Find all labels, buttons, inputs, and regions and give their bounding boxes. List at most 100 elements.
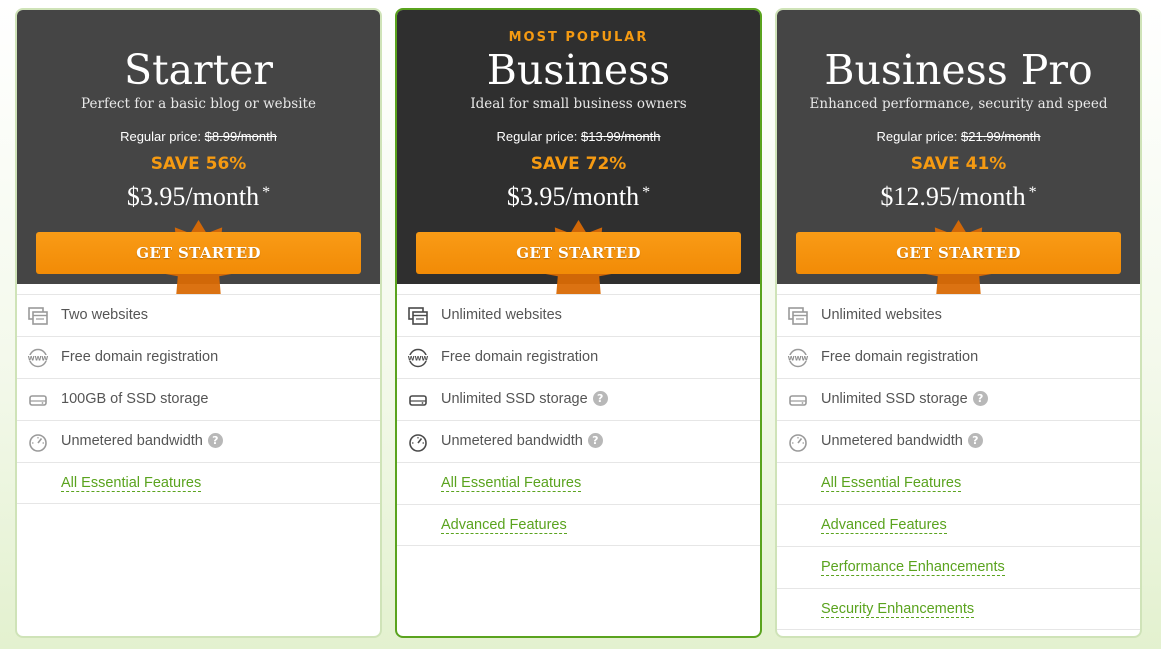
www-icon: WWW <box>406 348 430 368</box>
help-icon[interactable]: ? <box>587 433 603 448</box>
feature-row: Advanced Features <box>777 504 1140 546</box>
ssd-drive-icon <box>26 390 50 410</box>
price-asterisk: * <box>1028 184 1037 201</box>
feature-row: Two websites <box>17 294 380 336</box>
feature-text: Free domain registration <box>821 349 979 365</box>
feature-label: Unmetered bandwidth <box>821 433 963 449</box>
advanced-features-link[interactable]: Advanced Features <box>441 517 567 534</box>
feature-label: Unmetered bandwidth <box>61 433 203 449</box>
save-percent: SAVE 72% <box>530 154 627 174</box>
all-essential-features-link[interactable]: All Essential Features <box>441 475 582 492</box>
regular-price-label: Regular price: <box>876 129 958 144</box>
get-started-label: GET STARTED <box>136 244 261 262</box>
get-started-button[interactable]: GET STARTED <box>36 232 361 274</box>
security-enhancements-link[interactable]: Security Enhancements <box>821 601 975 618</box>
most-popular-badge: MOST POPULAR <box>508 30 649 45</box>
feature-label: Unlimited SSD storage <box>441 391 588 407</box>
advanced-features-link[interactable]: Advanced Features <box>821 517 947 534</box>
plan-price: $3.95/month * <box>397 182 760 212</box>
feature-text: Unmetered bandwidth? <box>61 433 223 449</box>
feature-text: Free domain registration <box>441 349 599 365</box>
feature-text: 100GB of SSD storage <box>61 391 209 407</box>
feature-label: Unlimited SSD storage <box>821 391 968 407</box>
websites-icon <box>26 306 50 326</box>
help-icon[interactable]: ? <box>967 433 983 448</box>
speedometer-icon <box>406 432 430 452</box>
cta-wrap: GET STARTED <box>36 220 361 294</box>
performance-enhancements-link[interactable]: Performance Enhancements <box>821 559 1005 576</box>
feature-label: Unmetered bandwidth <box>441 433 583 449</box>
svg-text:WWW: WWW <box>28 356 49 363</box>
plan-description: Perfect for a basic blog or website <box>81 96 316 112</box>
ssd-drive-icon <box>786 390 810 410</box>
feature-list: Two websites WWW Free domain registratio… <box>17 294 380 504</box>
all-essential-features-link[interactable]: All Essential Features <box>821 475 962 492</box>
feature-text: Unlimited SSD storage? <box>821 391 988 407</box>
plan-price: $3.95/month * <box>17 182 380 212</box>
regular-price-value: $8.99/month <box>204 129 277 144</box>
feature-list: Unlimited websites WWW Free domain regis… <box>777 294 1140 630</box>
plan-card-business: MOST POPULAR Business Ideal for small bu… <box>395 8 762 638</box>
feature-row: Unlimited SSD storage? <box>777 378 1140 420</box>
feature-text: Unmetered bandwidth? <box>821 433 983 449</box>
regular-price-label: Regular price: <box>496 129 578 144</box>
get-started-button[interactable]: GET STARTED <box>416 232 741 274</box>
feature-row: All Essential Features <box>397 462 760 504</box>
www-icon: WWW <box>26 348 50 368</box>
websites-icon <box>786 306 810 326</box>
cta-wrap: GET STARTED <box>796 220 1121 294</box>
feature-text: Unmetered bandwidth? <box>441 433 603 449</box>
help-icon[interactable]: ? <box>592 391 608 406</box>
plan-name: Business <box>486 46 671 94</box>
ssd-drive-icon <box>406 390 430 410</box>
plan-description: Enhanced performance, security and speed <box>809 96 1108 112</box>
get-started-label: GET STARTED <box>516 244 641 262</box>
feature-row: Unmetered bandwidth? <box>17 420 380 462</box>
feature-text: Unlimited SSD storage? <box>441 391 608 407</box>
svg-text:WWW: WWW <box>408 356 429 363</box>
www-icon: WWW <box>786 348 810 368</box>
plan-price-value: $12.95/month <box>880 182 1026 211</box>
regular-price-label: Regular price: <box>120 129 202 144</box>
plan-name: Business Pro <box>824 46 1093 94</box>
get-started-button[interactable]: GET STARTED <box>796 232 1121 274</box>
cta-wrap: GET STARTED <box>416 220 741 294</box>
plan-card-business-pro: Business Pro Enhanced performance, secur… <box>775 8 1142 638</box>
feature-row: Unmetered bandwidth? <box>777 420 1140 462</box>
feature-text: Two websites <box>61 307 149 323</box>
price-asterisk: * <box>262 184 271 201</box>
plan-price-value: $3.95/month <box>506 182 640 211</box>
save-percent: SAVE 41% <box>910 154 1007 174</box>
regular-price-value: $21.99/month <box>961 129 1041 144</box>
all-essential-features-link[interactable]: All Essential Features <box>61 475 202 492</box>
feature-row: Unlimited websites <box>777 294 1140 336</box>
plan-price-value: $3.95/month <box>126 182 260 211</box>
help-icon[interactable]: ? <box>972 391 988 406</box>
price-asterisk: * <box>642 184 651 201</box>
feature-row: Unmetered bandwidth? <box>397 420 760 462</box>
feature-row: WWW Free domain registration <box>397 336 760 378</box>
help-icon[interactable]: ? <box>207 433 223 448</box>
regular-price-value: $13.99/month <box>581 129 661 144</box>
pricing-plans: Starter Perfect for a basic blog or webs… <box>0 0 1161 649</box>
plan-header: Starter Perfect for a basic blog or webs… <box>17 10 380 294</box>
feature-row: Security Enhancements <box>777 588 1140 630</box>
feature-row: Unlimited websites <box>397 294 760 336</box>
feature-row: All Essential Features <box>777 462 1140 504</box>
feature-row: 100GB of SSD storage <box>17 378 380 420</box>
feature-text: Unlimited websites <box>821 307 942 323</box>
websites-icon <box>406 306 430 326</box>
plan-description: Ideal for small business owners <box>470 96 687 112</box>
plan-price: $12.95/month * <box>777 182 1140 212</box>
speedometer-icon <box>786 432 810 452</box>
feature-row: All Essential Features <box>17 462 380 504</box>
feature-list: Unlimited websites WWW Free domain regis… <box>397 294 760 546</box>
feature-text: Unlimited websites <box>441 307 562 323</box>
regular-price: Regular price: $8.99/month <box>17 129 380 144</box>
feature-row: WWW Free domain registration <box>17 336 380 378</box>
svg-text:WWW: WWW <box>788 356 809 363</box>
plan-name: Starter <box>124 46 273 94</box>
regular-price: Regular price: $21.99/month <box>777 129 1140 144</box>
plan-card-starter: Starter Perfect for a basic blog or webs… <box>15 8 382 638</box>
plan-header: Business Pro Enhanced performance, secur… <box>777 10 1140 294</box>
